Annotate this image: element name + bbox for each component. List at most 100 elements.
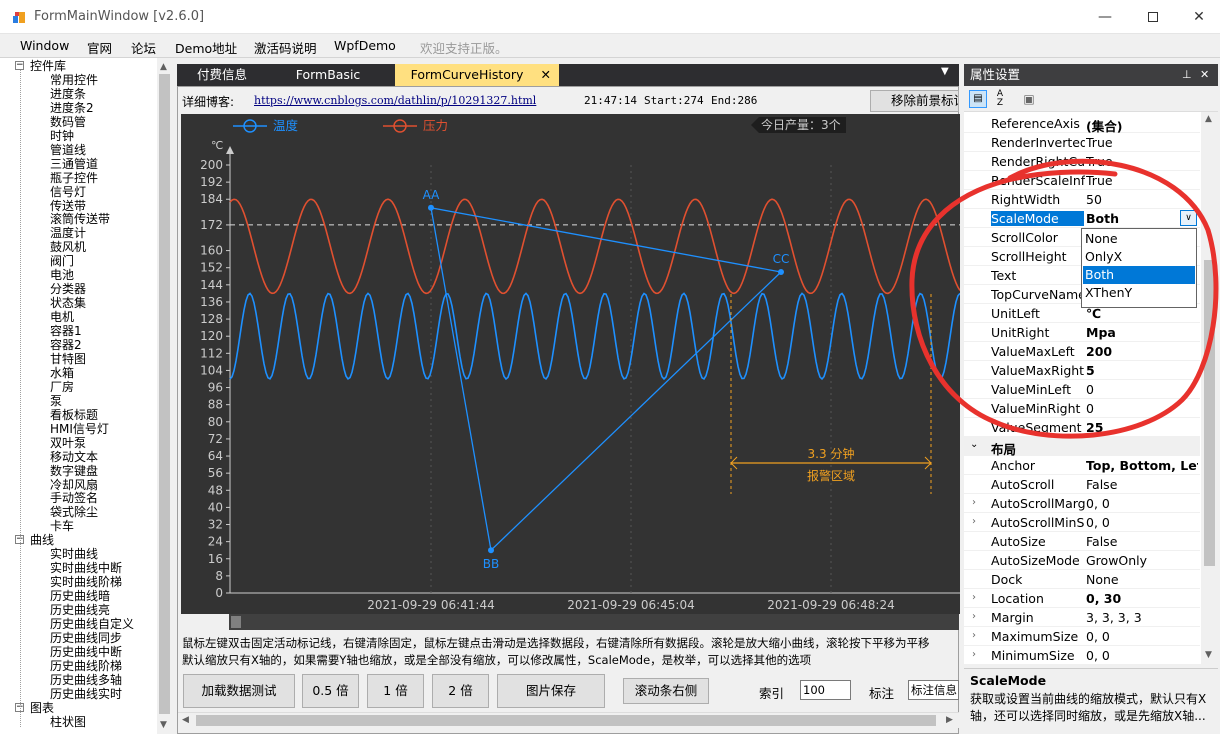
scroll-left-arrow[interactable]: ◀ (182, 715, 189, 725)
property-pages-icon[interactable]: ▣ (1020, 90, 1038, 108)
property-value[interactable]: 3, 3, 3, 3 (1086, 610, 1198, 625)
property-value[interactable]: 0, 0 (1086, 629, 1198, 644)
tree-item[interactable]: 状态集 (50, 296, 86, 310)
categorized-icon[interactable]: ▤ (969, 90, 987, 108)
menu-item-0[interactable]: Window (20, 38, 69, 53)
tree-item[interactable]: 鼓风机 (50, 240, 86, 254)
tree-item[interactable]: 历史曲线亮 (50, 603, 110, 617)
tree-item[interactable]: 实时曲线阶梯 (50, 575, 122, 589)
expand-chevron-icon[interactable]: › (972, 630, 976, 641)
tree-item[interactable]: 历史曲线多轴 (50, 673, 122, 687)
property-value[interactable]: 0, 0 (1086, 648, 1198, 663)
property-row[interactable]: › Margin 3, 3, 3, 3 (964, 608, 1200, 627)
chart-svg[interactable]: ℃ 0 8 16 24 32 40 48 56 64 72 80 88 96 104 112 120 128 136… (181, 114, 960, 614)
scroll-thumb[interactable] (159, 74, 170, 714)
tree-item[interactable]: 历史曲线自定义 (50, 617, 134, 631)
prop-scroll-up[interactable]: ▲ (1205, 114, 1212, 124)
tree-item[interactable]: 容器1 (50, 324, 82, 338)
expand-chevron-icon[interactable]: › (972, 516, 976, 527)
tree-item[interactable]: 冷却风扇 (50, 478, 98, 492)
tree-item[interactable]: 历史曲线阶梯 (50, 659, 122, 673)
property-value[interactable]: None (1086, 572, 1198, 587)
property-row[interactable]: AutoSizeMode GrowOnly (964, 551, 1200, 570)
tree-item[interactable]: 卡车 (50, 519, 74, 533)
property-row[interactable]: › AutoScrollMargin0, 0 (964, 494, 1200, 513)
expand-chevron-icon[interactable]: › (972, 497, 976, 508)
tree-item[interactable]: 水箱 (50, 366, 74, 380)
tree-item[interactable]: 滚筒传送带 (50, 212, 110, 226)
pin-icon[interactable]: ⊥ (1182, 64, 1192, 86)
tree-item[interactable]: 数码管 (50, 115, 86, 129)
zoom-two-button[interactable]: 2 倍 (432, 674, 489, 708)
tree-item[interactable]: 温度计 (50, 226, 86, 240)
tree-scrollbar[interactable]: ▲ ▼ (157, 58, 172, 734)
property-value[interactable]: 0, 30 (1086, 591, 1198, 606)
tab-paid-info[interactable]: 付费信息 (181, 64, 263, 86)
tree-item[interactable]: 数字键盘 (50, 464, 98, 478)
scroll-down-arrow[interactable]: ▼ (160, 720, 167, 730)
scroll-right-button[interactable]: 滚动条右侧 (623, 678, 709, 704)
save-image-button[interactable]: 图片保存 (497, 674, 605, 708)
tree-item[interactable]: 实时曲线 (50, 547, 98, 561)
tree-item[interactable]: 移动文本 (50, 450, 98, 464)
expand-chevron-icon[interactable]: › (972, 611, 976, 622)
tree-item[interactable]: 甘特图 (50, 352, 86, 366)
property-value[interactable]: 0, 0 (1086, 496, 1198, 511)
chart-scroll-thumb[interactable] (231, 616, 241, 628)
alphabetical-icon[interactable]: AZ (991, 90, 1009, 108)
tab-list-dropdown-icon[interactable]: ▼ (941, 66, 949, 77)
tree-item[interactable]: 柱状图 (50, 715, 86, 729)
property-row[interactable]: ReferenceAxis (集合) (964, 114, 1200, 134)
menu-item-5[interactable]: WpfDemo (334, 38, 396, 53)
tree-root-controls-expander[interactable]: − (15, 61, 24, 70)
expand-chevron-icon[interactable]: › (972, 592, 976, 603)
property-value[interactable]: False (1086, 534, 1198, 549)
chart-scrollbar[interactable] (229, 614, 959, 630)
tree-item[interactable]: 时钟 (50, 129, 74, 143)
load-test-data-button[interactable]: 加载数据测试 (183, 674, 295, 708)
tree-item[interactable]: 历史曲线实时 (50, 687, 122, 701)
blog-link[interactable]: https://www.cnblogs.com/dathlin/p/102913… (254, 94, 536, 107)
menu-item-4[interactable]: 激活码说明 (254, 38, 317, 57)
content-scrollbar[interactable]: ◀ ▶ (178, 712, 959, 728)
tree-root-charts[interactable]: 图表 (30, 701, 54, 715)
tree-item[interactable]: 信号灯 (50, 185, 86, 199)
tab-form-basic[interactable]: FormBasic (283, 64, 373, 86)
tree-item[interactable]: HMI信号灯 (50, 422, 109, 436)
panel-close-icon[interactable]: ✕ (1200, 64, 1209, 86)
menu-item-1[interactable]: 官网 (87, 38, 112, 57)
tree-root-controls[interactable]: 控件库 (30, 59, 66, 73)
tree-root-curves[interactable]: 曲线 (30, 533, 54, 547)
remove-foreground-marker-button[interactable]: 移除前景标记 (870, 90, 959, 112)
tree-item[interactable]: 历史曲线同步 (50, 631, 122, 645)
property-row[interactable]: AutoScroll False (964, 475, 1200, 494)
property-value[interactable]: True (1086, 135, 1198, 150)
tree-item[interactable]: 历史曲线中断 (50, 645, 122, 659)
property-value[interactable]: False (1086, 477, 1198, 492)
tree-item[interactable]: 袋式除尘 (50, 505, 98, 519)
tree-item[interactable]: 进度条2 (50, 101, 94, 115)
control-tree[interactable]: − 控件库 常用控件 进度条 进度条2 数码管 时钟 管道线 三通管道 瓶子控件 信号灯 传送带 滚筒传… (0, 58, 172, 734)
scroll-right-arrow[interactable]: ▶ (946, 715, 953, 725)
tree-item[interactable]: 泵 (50, 394, 62, 408)
tree-item[interactable]: 传送带 (50, 199, 86, 213)
property-row[interactable]: › MinimumSize 0, 0 (964, 646, 1200, 664)
tree-item[interactable]: 电机 (50, 310, 74, 324)
index-input[interactable] (800, 680, 851, 700)
property-value[interactable]: GrowOnly (1086, 553, 1198, 568)
property-row[interactable]: › Location 0, 30 (964, 589, 1200, 608)
tree-item[interactable]: 阀门 (50, 254, 74, 268)
zoom-half-button[interactable]: 0.5 倍 (302, 674, 359, 708)
tree-item[interactable]: 容器2 (50, 338, 82, 352)
property-row[interactable]: Dock None (964, 570, 1200, 589)
content-scroll-thumb[interactable] (196, 715, 936, 726)
menu-item-2[interactable]: 论坛 (131, 38, 156, 57)
menu-item-3[interactable]: Demo地址 (175, 38, 237, 57)
property-value[interactable]: 0, 0 (1086, 515, 1198, 530)
tree-item[interactable]: 常用控件 (50, 73, 98, 87)
prop-scroll-down[interactable]: ▼ (1205, 650, 1212, 660)
tree-item[interactable]: 看板标题 (50, 408, 98, 422)
property-row[interactable]: › AutoScrollMinSize0, 0 (964, 513, 1200, 532)
property-row[interactable]: › MaximumSize 0, 0 (964, 627, 1200, 646)
expand-chevron-icon[interactable]: › (972, 649, 976, 660)
